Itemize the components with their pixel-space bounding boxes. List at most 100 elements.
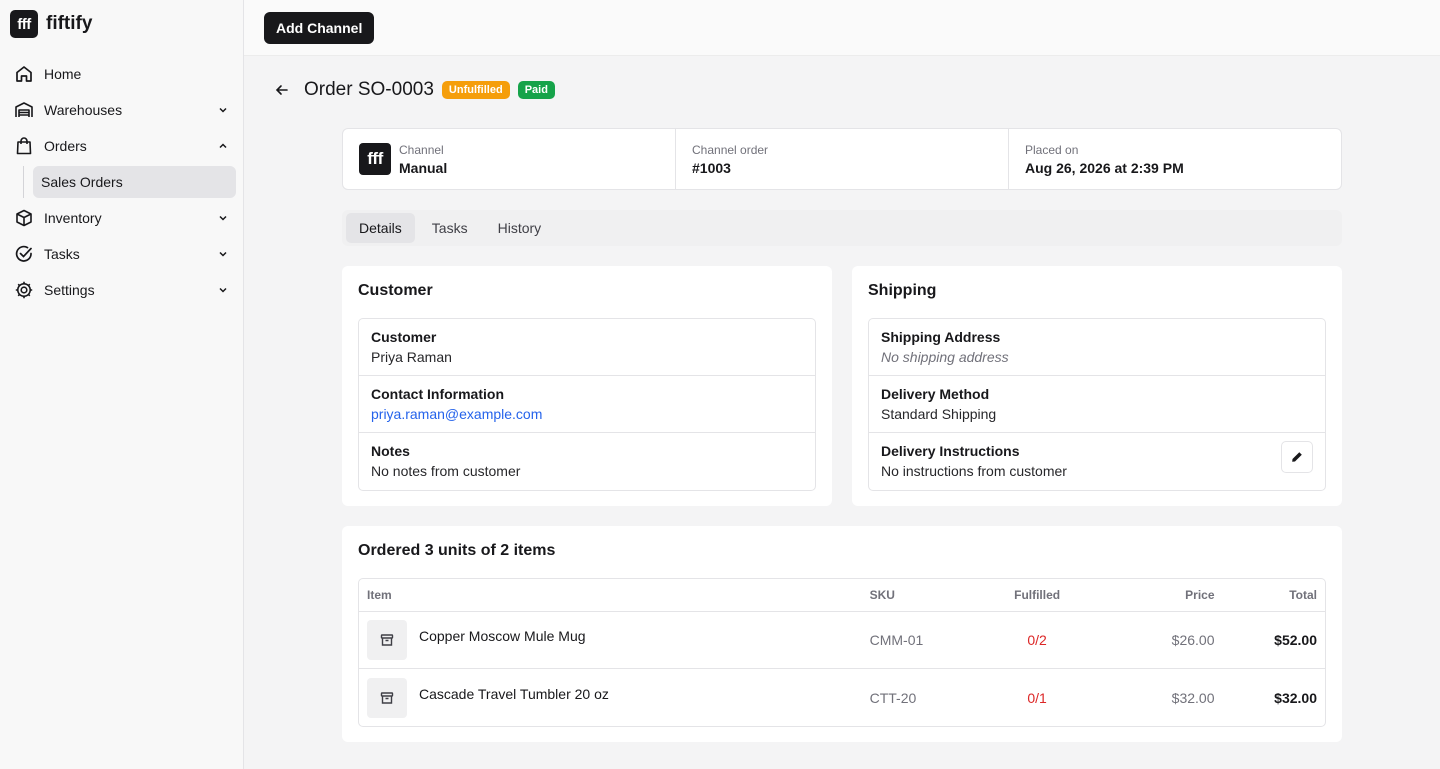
item-price: $32.00 [1171,689,1215,706]
items-table: Item SKU Fulfilled Price Total Copper Mo… [358,578,1326,727]
sidebar-item-home[interactable]: Home [8,56,236,92]
sidebar-item-inventory[interactable]: Inventory [8,200,236,236]
paid-badge: Paid [517,81,555,99]
item-cell: Cascade Travel Tumbler 20 oz [359,677,870,718]
sidebar-item-label: Tasks [44,246,80,262]
item-name[interactable]: Cascade Travel Tumbler 20 oz [419,686,609,702]
placed-on-cell: Placed on Aug 26, 2026 at 2:39 PM [1009,129,1341,189]
item-total: $52.00 [1274,632,1317,648]
shipping-address-field: Shipping Address No shipping address [869,319,1325,376]
page-title: Order SO-0003 [304,79,434,100]
table-header: Item SKU Fulfilled Price Total [359,579,1325,612]
sidebar-item-warehouses[interactable]: Warehouses [8,92,236,128]
channel-cell: fff Channel Manual [343,129,676,189]
channel-value: Manual [399,159,448,176]
shipping-panel-title: Shipping [868,282,937,299]
box-icon [14,208,34,228]
col-item: Item [367,588,392,602]
sidebar-item-settings[interactable]: Settings [8,272,236,308]
chevron-down-icon[interactable] [216,283,230,297]
tab-details[interactable]: Details [346,213,415,243]
shipping-address-value: No shipping address [881,349,1009,365]
item-name[interactable]: Copper Moscow Mule Mug [419,628,586,644]
table-row[interactable]: Cascade Travel Tumbler 20 oz CTT-20 0/1 … [359,669,1325,726]
col-fulfilled: Fulfilled [1014,588,1061,602]
shipping-address-label: Shipping Address [881,329,1001,345]
shipping-panel: Shipping Shipping Address No shipping ad… [852,266,1342,506]
item-fulfilled: 0/2 [1027,632,1047,648]
channel-order-cell: Channel order #1003 [676,129,1009,189]
customer-name: Priya Raman [371,349,452,365]
sidebar-item-label: Orders [44,138,87,154]
notes-field: Notes No notes from customer [359,433,815,490]
table-row[interactable]: Copper Moscow Mule Mug CMM-01 0/2 $26.00… [359,612,1325,669]
sidebar-item-label: Warehouses [44,102,123,118]
notes-label: Notes [371,443,410,459]
customer-field: Customer Priya Raman [359,319,815,376]
delivery-method-label: Delivery Method [881,386,990,402]
col-sku: SKU [869,588,895,602]
tab-tasks[interactable]: Tasks [419,213,481,243]
archive-box-icon [380,633,394,647]
item-fulfilled: 0/1 [1027,689,1047,706]
brand[interactable]: fff fiftify [10,10,92,38]
sidebar-item-orders[interactable]: Orders [8,128,236,164]
contact-field: Contact Information priya.raman@example.… [359,376,815,433]
chevron-down-icon[interactable] [216,103,230,117]
col-total: Total [1289,588,1317,602]
delivery-instructions-label: Delivery Instructions [881,443,1020,459]
home-icon [14,64,34,84]
chevron-up-icon[interactable] [216,139,230,153]
delivery-instructions-field: Delivery Instructions No instructions fr… [869,433,1325,490]
item-price: $26.00 [1171,632,1215,648]
channel-order-value: #1003 [692,159,731,176]
sidebar-item-tasks[interactable]: Tasks [8,236,236,272]
customer-panel: Customer Customer Priya Raman Contact In… [342,266,832,506]
customer-panel-title: Customer [358,282,433,299]
order-tabs: Details Tasks History [342,210,1342,246]
add-channel-button[interactable]: Add Channel [264,12,375,44]
placed-on-value: Aug 26, 2026 at 2:39 PM [1025,159,1184,176]
brand-logo: fff [10,10,38,38]
chevron-down-icon[interactable] [216,211,230,225]
item-cell: Copper Moscow Mule Mug [359,620,870,660]
submenu-divider [23,166,24,198]
delivery-method-value: Standard Shipping [881,406,997,422]
brand-name: fiftify [46,13,93,34]
sidebar: fff fiftify Home Warehouses Orders Sales… [0,0,244,769]
customer-label: Customer [371,329,437,345]
contact-email-link[interactable]: priya.raman@example.com [371,406,803,422]
order-info-card: fff Channel Manual Channel order #1003 P… [342,128,1342,190]
tab-history[interactable]: History [485,213,555,243]
top-bar: Add Channel [244,0,1440,56]
unfulfilled-badge: Unfulfilled [441,81,510,99]
delivery-instructions-value: No instructions from customer [881,463,1067,479]
placed-on-label: Placed on [1025,142,1079,157]
notes-value: No notes from customer [371,463,521,479]
sidebar-item-label: Home [44,66,82,82]
page-header: Order SO-0003 Unfulfilled Paid [272,78,563,102]
product-thumbnail [367,677,407,718]
sidebar-item-sales-orders[interactable]: Sales Orders [33,166,236,198]
product-thumbnail [367,620,407,660]
contact-label: Contact Information [371,386,504,402]
main-content: Order SO-0003 Unfulfilled Paid fff Chann… [244,56,1440,769]
sidebar-item-label: Inventory [44,210,102,226]
channel-order-label: Channel order [692,142,769,157]
chevron-down-icon[interactable] [216,247,230,261]
edit-instructions-button[interactable] [1281,441,1313,473]
delivery-method-field: Delivery Method Standard Shipping [869,376,1325,433]
sidebar-item-label: Settings [44,282,95,298]
check-circle-icon [14,244,34,264]
gear-icon [14,280,34,300]
back-arrow-icon[interactable] [272,80,292,100]
archive-box-icon [380,691,394,705]
warehouse-icon [14,100,34,120]
sidebar-nav: Home Warehouses Orders Sales Orders Inve… [8,56,236,308]
channel-logo: fff [359,143,391,175]
item-sku: CTT-20 [869,689,917,706]
shipping-fields: Shipping Address No shipping address Del… [868,318,1326,491]
orders-submenu: Sales Orders [8,166,236,198]
customer-fields: Customer Priya Raman Contact Information… [358,318,816,491]
channel-label: Channel [399,142,444,157]
